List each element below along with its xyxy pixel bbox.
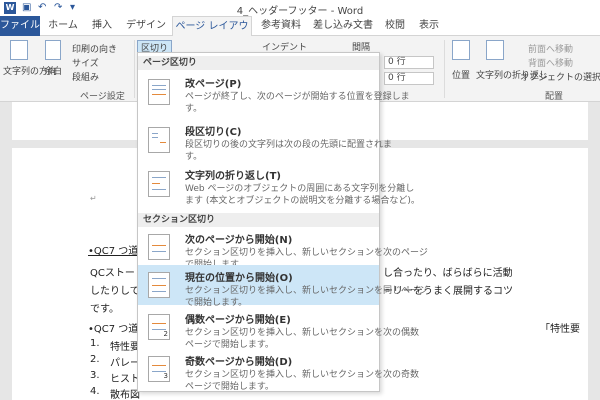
window-title: 4_ヘッダーフッター - Word xyxy=(236,6,364,17)
menu-item-title: 文字列の折り返し(T) xyxy=(185,171,281,182)
menu-item-title: 奇数ページから開始(D) xyxy=(185,357,293,368)
wrap-text-icon[interactable] xyxy=(486,40,504,60)
position-icon[interactable] xyxy=(452,40,470,60)
menu-item-desc: ます (本文とオブジェクトの説明文を分離する場合など)。 xyxy=(185,196,420,206)
title-bar: W ▣ ↶ ↷ ▾ 4_ヘッダーフッター - Word xyxy=(0,0,600,17)
spacing-before-input[interactable]: 0 行 xyxy=(384,56,434,69)
even-page-icon: 2 xyxy=(148,314,170,340)
menu-item-desc: ページで開始します。 xyxy=(185,382,274,392)
tab-mailings[interactable]: 差し込み文書 xyxy=(310,16,376,36)
odd-page-icon: 3 xyxy=(148,356,170,382)
column-break-icon xyxy=(148,127,170,153)
bring-forward-button[interactable]: 前面へ移動 xyxy=(528,42,573,55)
next-page-icon xyxy=(148,234,170,260)
page-setup-group-label: ページ設定 xyxy=(80,92,125,102)
selection-pane-button[interactable]: オブジェクトの選択と xyxy=(520,70,600,83)
doc-list-num: 2. xyxy=(90,354,100,365)
menu-item-continuous[interactable]: 現在の位置から開始(O) セクション区切りを挿入し、新しいセクションを同じページ… xyxy=(138,265,428,308)
doc-line-2-right: し合ったり、ばらばらに活動 xyxy=(383,268,513,279)
doc-list-num: 1. xyxy=(90,338,100,349)
doc-list-text: パレー xyxy=(110,358,140,369)
tab-page-layout[interactable]: ページ レイアウト xyxy=(172,16,252,52)
size-button[interactable]: サイズ xyxy=(72,56,99,69)
doc-list-num: 3. xyxy=(90,370,100,381)
menu-item-desc: す。 xyxy=(185,104,203,114)
menu-item-desc: ページが終了し、次のページが開始する位置を登録しま xyxy=(185,92,410,102)
menu-section-header: セクション区切り xyxy=(138,213,379,227)
ribbon-tabs: ファイル ホーム 挿入 デザイン ページ レイアウト 参考資料 差し込み文書 校… xyxy=(0,16,600,52)
tab-file[interactable]: ファイル xyxy=(0,16,40,36)
send-backward-button[interactable]: 背面へ移動 xyxy=(528,56,573,69)
tab-view[interactable]: 表示 xyxy=(414,16,444,36)
paragraph-mark: ↵ xyxy=(90,194,97,203)
tab-home[interactable]: ホーム xyxy=(44,16,82,36)
tab-references[interactable]: 参考資料 xyxy=(256,16,306,36)
doc-line-2-left: QCストー xyxy=(90,268,135,279)
menu-item-column-break[interactable]: 段区切り(C) 段区切りの後の文字列は次の段の先頭に配置されま す。 xyxy=(138,119,392,163)
ribbon-separator xyxy=(444,40,445,98)
spacing-after-input[interactable]: 0 行 xyxy=(384,72,434,85)
breaks-menu: ページ区切り 改ページ(P) ページが終了し、次のページが開始する位置を登録しま… xyxy=(137,52,428,392)
margins-icon[interactable] xyxy=(45,40,61,60)
tab-review[interactable]: 校閲 xyxy=(380,16,410,36)
menu-item-title: 現在の位置から開始(O) xyxy=(185,273,293,284)
position-button[interactable]: 位置 xyxy=(452,68,470,81)
menu-item-title: 段区切り(C) xyxy=(185,127,242,138)
doc-list-text: 特性要 xyxy=(110,342,140,353)
page-break-icon xyxy=(148,79,170,105)
doc-bullet-1: •QC7 つ道 xyxy=(88,246,139,257)
doc-list-num: 4. xyxy=(90,386,100,397)
doc-list-text: ヒスト xyxy=(110,374,140,385)
menu-item-desc: 段区切りの後の文字列は次の段の先頭に配置されま xyxy=(185,140,393,150)
menu-item-odd-page[interactable]: 3 奇数ページから開始(D) セクション区切りを挿入し、新しいセクションを次の奇… xyxy=(138,349,419,392)
continuous-icon xyxy=(148,272,170,298)
menu-section-header: ページ区切り xyxy=(138,56,379,70)
menu-item-even-page[interactable]: 2 偶数ページから開始(E) セクション区切りを挿入し、新しいセクションを次の偶… xyxy=(138,307,419,350)
text-direction-icon[interactable] xyxy=(10,40,28,60)
doc-line-4: です。 xyxy=(90,304,119,315)
menu-item-page-break[interactable]: 改ページ(P) ページが終了し、次のページが開始する位置を登録しま す。 xyxy=(138,71,410,115)
doc-bullet-2: •QC7 つ道 xyxy=(88,324,139,335)
ribbon-separator xyxy=(134,40,135,98)
margins-button[interactable]: 余白 xyxy=(44,64,62,77)
tab-design[interactable]: デザイン xyxy=(122,16,170,36)
menu-item-title: 次のページから開始(N) xyxy=(185,235,293,246)
doc-line-3-left: したりして xyxy=(90,286,140,297)
doc-right-note: 「特性要 xyxy=(540,324,580,335)
menu-item-desc: す。 xyxy=(185,152,203,162)
text-wrapping-icon xyxy=(148,171,170,197)
menu-item-next-page[interactable]: 次のページから開始(N) セクション区切りを挿入し、新しいセクションを次のページ… xyxy=(138,227,428,270)
menu-item-title: 偶数ページから開始(E) xyxy=(185,315,291,326)
arrange-group-label: 配置 xyxy=(545,92,564,102)
menu-item-text-wrapping[interactable]: 文字列の折り返し(T) Web ページのオブジェクトの周囲にある文字列を分離し … xyxy=(138,163,420,207)
orientation-button[interactable]: 印刷の向き xyxy=(72,42,117,55)
columns-button[interactable]: 段組み xyxy=(72,70,99,83)
tab-insert[interactable]: 挿入 xyxy=(86,16,118,36)
menu-item-title: 改ページ(P) xyxy=(185,79,242,90)
doc-list-text: 散布図 xyxy=(110,390,140,400)
